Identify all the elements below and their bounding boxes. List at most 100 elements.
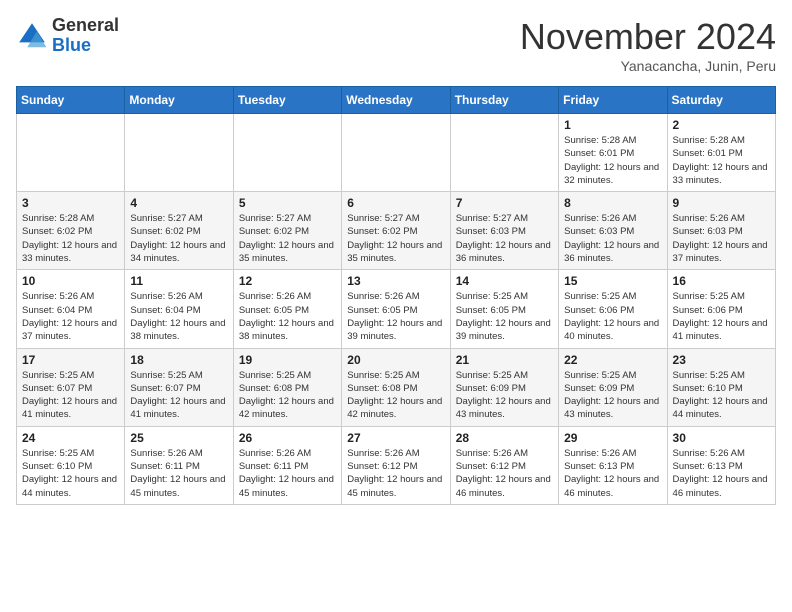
- day-info: Sunrise: 5:25 AM Sunset: 6:08 PM Dayligh…: [239, 369, 336, 422]
- logo: General Blue: [16, 16, 119, 56]
- day-info: Sunrise: 5:25 AM Sunset: 6:07 PM Dayligh…: [22, 369, 119, 422]
- day-number: 12: [239, 274, 336, 288]
- weekday-header: Saturday: [667, 87, 775, 114]
- day-number: 28: [456, 431, 553, 445]
- calendar-cell: [17, 114, 125, 192]
- day-number: 9: [673, 196, 770, 210]
- day-number: 5: [239, 196, 336, 210]
- calendar-cell: 3 Sunrise: 5:28 AM Sunset: 6:02 PM Daylig…: [17, 192, 125, 270]
- day-info: Sunrise: 5:27 AM Sunset: 6:02 PM Dayligh…: [130, 212, 227, 265]
- calendar-cell: 20 Sunrise: 5:25 AM Sunset: 6:08 PM Dayli…: [342, 348, 450, 426]
- day-number: 25: [130, 431, 227, 445]
- calendar-week-row: 24 Sunrise: 5:25 AM Sunset: 6:10 PM Dayli…: [17, 426, 776, 504]
- day-number: 8: [564, 196, 661, 210]
- day-info: Sunrise: 5:27 AM Sunset: 6:02 PM Dayligh…: [239, 212, 336, 265]
- title-block: November 2024 Yanacancha, Junin, Peru: [520, 16, 776, 74]
- calendar-cell: 17Sunrise: 5:25 AM Sunset: 6:07 PM Dayli…: [17, 348, 125, 426]
- day-number: 20: [347, 353, 444, 367]
- calendar-week-row: 1 Sunrise: 5:28 AM Sunset: 6:01 PM Daylig…: [17, 114, 776, 192]
- calendar-cell: 9 Sunrise: 5:26 AM Sunset: 6:03 PM Daylig…: [667, 192, 775, 270]
- calendar-cell: 19 Sunrise: 5:25 AM Sunset: 6:08 PM Dayli…: [233, 348, 341, 426]
- calendar-cell: 23 Sunrise: 5:25 AM Sunset: 6:10 PM Dayli…: [667, 348, 775, 426]
- day-number: 7: [456, 196, 553, 210]
- day-info: Sunrise: 5:25 AM Sunset: 6:10 PM Dayligh…: [22, 447, 119, 500]
- day-info: Sunrise: 5:26 AM Sunset: 6:11 PM Dayligh…: [130, 447, 227, 500]
- day-info: Sunrise: 5:26 AM Sunset: 6:03 PM Dayligh…: [673, 212, 770, 265]
- calendar-week-row: 10Sunrise: 5:26 AM Sunset: 6:04 PM Dayli…: [17, 270, 776, 348]
- calendar-cell: 4 Sunrise: 5:27 AM Sunset: 6:02 PM Daylig…: [125, 192, 233, 270]
- weekday-header: Wednesday: [342, 87, 450, 114]
- day-number: 4: [130, 196, 227, 210]
- day-info: Sunrise: 5:28 AM Sunset: 6:02 PM Dayligh…: [22, 212, 119, 265]
- day-info: Sunrise: 5:26 AM Sunset: 6:12 PM Dayligh…: [456, 447, 553, 500]
- day-info: Sunrise: 5:26 AM Sunset: 6:03 PM Dayligh…: [564, 212, 661, 265]
- weekday-header: Sunday: [17, 87, 125, 114]
- day-info: Sunrise: 5:25 AM Sunset: 6:06 PM Dayligh…: [564, 290, 661, 343]
- day-number: 27: [347, 431, 444, 445]
- day-number: 14: [456, 274, 553, 288]
- day-info: Sunrise: 5:25 AM Sunset: 6:06 PM Dayligh…: [673, 290, 770, 343]
- calendar-cell: 11 Sunrise: 5:26 AM Sunset: 6:04 PM Dayli…: [125, 270, 233, 348]
- calendar-cell: 15Sunrise: 5:25 AM Sunset: 6:06 PM Dayli…: [559, 270, 667, 348]
- day-info: Sunrise: 5:25 AM Sunset: 6:05 PM Dayligh…: [456, 290, 553, 343]
- calendar-cell: 22 Sunrise: 5:25 AM Sunset: 6:09 PM Dayli…: [559, 348, 667, 426]
- page-header: General Blue November 2024 Yanacancha, J…: [16, 16, 776, 74]
- calendar-week-row: 17Sunrise: 5:25 AM Sunset: 6:07 PM Dayli…: [17, 348, 776, 426]
- day-info: Sunrise: 5:26 AM Sunset: 6:13 PM Dayligh…: [673, 447, 770, 500]
- day-number: 6: [347, 196, 444, 210]
- day-number: 23: [673, 353, 770, 367]
- calendar-cell: 1Sunrise: 5:28 AM Sunset: 6:01 PM Daylig…: [559, 114, 667, 192]
- day-number: 11: [130, 274, 227, 288]
- calendar-cell: 5 Sunrise: 5:27 AM Sunset: 6:02 PM Daylig…: [233, 192, 341, 270]
- day-number: 21: [456, 353, 553, 367]
- calendar-cell: 25 Sunrise: 5:26 AM Sunset: 6:11 PM Dayli…: [125, 426, 233, 504]
- logo-blue-text: Blue: [52, 35, 91, 55]
- calendar-cell: 10Sunrise: 5:26 AM Sunset: 6:04 PM Dayli…: [17, 270, 125, 348]
- calendar-cell: 27 Sunrise: 5:26 AM Sunset: 6:12 PM Dayli…: [342, 426, 450, 504]
- calendar-cell: 18 Sunrise: 5:25 AM Sunset: 6:07 PM Dayli…: [125, 348, 233, 426]
- day-number: 19: [239, 353, 336, 367]
- month-title: November 2024: [520, 16, 776, 58]
- day-info: Sunrise: 5:27 AM Sunset: 6:03 PM Dayligh…: [456, 212, 553, 265]
- weekday-header: Monday: [125, 87, 233, 114]
- day-info: Sunrise: 5:25 AM Sunset: 6:09 PM Dayligh…: [564, 369, 661, 422]
- calendar-week-row: 3 Sunrise: 5:28 AM Sunset: 6:02 PM Daylig…: [17, 192, 776, 270]
- weekday-header: Thursday: [450, 87, 558, 114]
- day-info: Sunrise: 5:25 AM Sunset: 6:09 PM Dayligh…: [456, 369, 553, 422]
- day-number: 24: [22, 431, 119, 445]
- location-subtitle: Yanacancha, Junin, Peru: [520, 58, 776, 74]
- day-info: Sunrise: 5:26 AM Sunset: 6:04 PM Dayligh…: [22, 290, 119, 343]
- day-info: Sunrise: 5:28 AM Sunset: 6:01 PM Dayligh…: [673, 134, 770, 187]
- calendar-cell: 30 Sunrise: 5:26 AM Sunset: 6:13 PM Dayli…: [667, 426, 775, 504]
- day-number: 22: [564, 353, 661, 367]
- day-info: Sunrise: 5:27 AM Sunset: 6:02 PM Dayligh…: [347, 212, 444, 265]
- day-info: Sunrise: 5:25 AM Sunset: 6:07 PM Dayligh…: [130, 369, 227, 422]
- day-number: 16: [673, 274, 770, 288]
- calendar-cell: [450, 114, 558, 192]
- calendar-cell: 24 Sunrise: 5:25 AM Sunset: 6:10 PM Dayli…: [17, 426, 125, 504]
- day-number: 2: [673, 118, 770, 132]
- calendar-cell: [125, 114, 233, 192]
- logo-icon: [16, 20, 48, 52]
- calendar-cell: 16 Sunrise: 5:25 AM Sunset: 6:06 PM Dayli…: [667, 270, 775, 348]
- logo-general-text: General: [52, 15, 119, 35]
- day-info: Sunrise: 5:26 AM Sunset: 6:12 PM Dayligh…: [347, 447, 444, 500]
- calendar-cell: 26 Sunrise: 5:26 AM Sunset: 6:11 PM Dayli…: [233, 426, 341, 504]
- calendar-cell: 29 Sunrise: 5:26 AM Sunset: 6:13 PM Dayli…: [559, 426, 667, 504]
- calendar-cell: 13Sunrise: 5:26 AM Sunset: 6:05 PM Dayli…: [342, 270, 450, 348]
- day-info: Sunrise: 5:25 AM Sunset: 6:10 PM Dayligh…: [673, 369, 770, 422]
- day-number: 26: [239, 431, 336, 445]
- day-number: 30: [673, 431, 770, 445]
- day-info: Sunrise: 5:26 AM Sunset: 6:04 PM Dayligh…: [130, 290, 227, 343]
- day-info: Sunrise: 5:26 AM Sunset: 6:05 PM Dayligh…: [239, 290, 336, 343]
- calendar-cell: 28 Sunrise: 5:26 AM Sunset: 6:12 PM Dayli…: [450, 426, 558, 504]
- calendar-cell: [342, 114, 450, 192]
- day-number: 18: [130, 353, 227, 367]
- day-info: Sunrise: 5:26 AM Sunset: 6:11 PM Dayligh…: [239, 447, 336, 500]
- day-info: Sunrise: 5:26 AM Sunset: 6:13 PM Dayligh…: [564, 447, 661, 500]
- calendar-table: SundayMondayTuesdayWednesdayThursdayFrid…: [16, 86, 776, 505]
- day-info: Sunrise: 5:25 AM Sunset: 6:08 PM Dayligh…: [347, 369, 444, 422]
- day-number: 1: [564, 118, 661, 132]
- day-number: 29: [564, 431, 661, 445]
- day-number: 3: [22, 196, 119, 210]
